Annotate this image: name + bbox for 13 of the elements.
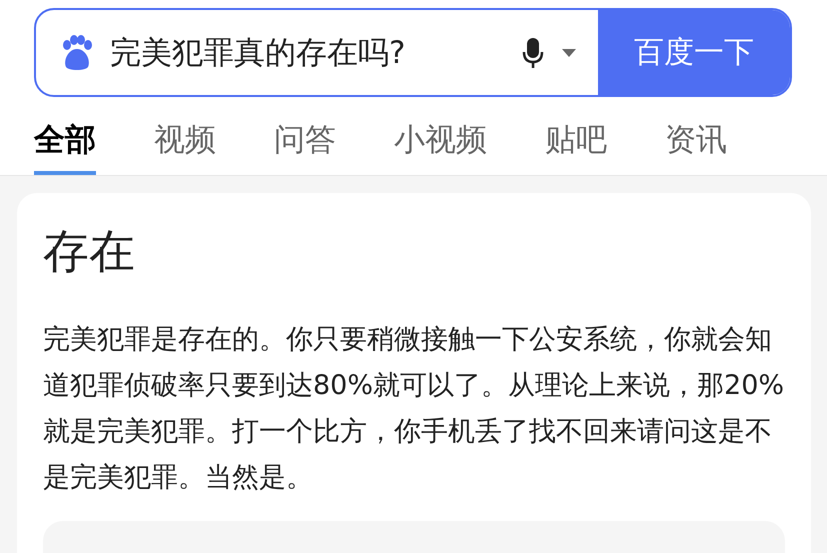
tab[interactable]: 全部	[34, 119, 96, 175]
answer-title: 存在	[43, 223, 136, 280]
tab[interactable]: 问答	[274, 119, 336, 175]
search-field[interactable]: 完美犯罪真的存在吗?	[108, 34, 508, 72]
tab[interactable]: 贴吧	[545, 119, 607, 175]
tab[interactable]: 小视频	[394, 119, 487, 175]
microphone-icon[interactable]	[522, 36, 544, 68]
answer-text: 完美犯罪是存在的。你只要稍微接触一下公安系统，你就会知道犯罪侦破率只要到达80%就可以了。从理论上来说，那20%就是完美犯罪。打一个比方，你手机丢了找不回来请问这是不是完美犯罪。当然是。	[43, 323, 786, 495]
tab[interactable]: 视频	[154, 119, 216, 175]
tab[interactable]: 资讯	[665, 119, 727, 175]
paw-icon	[60, 34, 94, 70]
caret-icon[interactable]	[562, 48, 576, 56]
search-button[interactable]: 百度一下	[598, 10, 790, 95]
